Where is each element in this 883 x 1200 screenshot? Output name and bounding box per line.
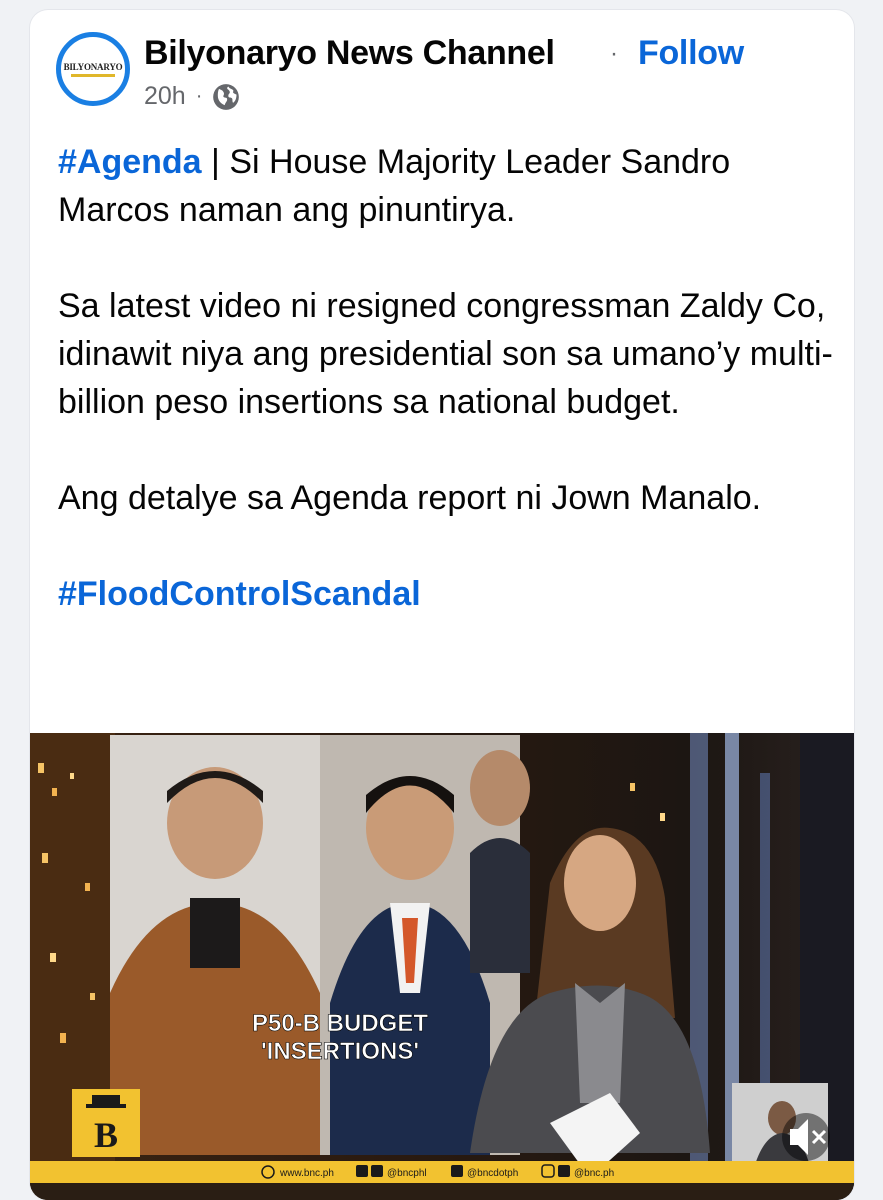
video-board xyxy=(110,735,530,1155)
pipe-separator: | xyxy=(211,143,220,181)
hashtag-floodcontrolscandal-link[interactable]: #FloodControlScandal xyxy=(58,575,421,613)
channel-logo-letter: B xyxy=(94,1115,118,1155)
meta-separator: · xyxy=(195,85,203,107)
footer-handle-3: @bnc.ph xyxy=(574,1168,614,1179)
speaker-muted-icon[interactable] xyxy=(782,1113,830,1161)
lower-third-line-2: 'INSERTIONS' xyxy=(261,1038,419,1065)
post-message: #Agenda | Si House Majority Leader Sandr… xyxy=(58,138,838,666)
hashtag-agenda-link[interactable]: #Agenda xyxy=(58,143,202,181)
avatar-logo: BILYONARYO xyxy=(63,41,123,97)
post-header: BILYONARYO Bilyonaryo News Channel · Fol… xyxy=(30,10,854,130)
post-timestamp[interactable]: 20h xyxy=(144,82,186,111)
lower-third-graphic: P50-B BUDGET 'INSERTIONS' xyxy=(252,1010,429,1066)
follow-button[interactable]: Follow xyxy=(638,34,744,73)
lower-third-line-1: P50-B BUDGET xyxy=(252,1010,428,1037)
post-meta: 20h · xyxy=(144,82,240,111)
video-player[interactable]: P50-B BUDGET 'INSERTIONS' B www.bnc.ph @… xyxy=(30,733,854,1200)
avatar-logo-text: BILYONARYO xyxy=(63,61,123,72)
post-card: BILYONARYO Bilyonaryo News Channel · Fol… xyxy=(30,10,854,1200)
footer-website: www.bnc.ph xyxy=(279,1168,334,1179)
post-paragraph-3: Ang detalye sa Agenda report ni Jown Man… xyxy=(58,479,762,517)
header-separator: · xyxy=(610,40,618,67)
post-paragraph-4: #FloodControlScandal xyxy=(58,570,838,618)
post-paragraph-1: #Agenda | Si House Majority Leader Sandr… xyxy=(58,138,838,234)
video-frame: P50-B BUDGET 'INSERTIONS' B www.bnc.ph @… xyxy=(30,733,854,1200)
avatar-logo-bar xyxy=(71,73,115,77)
video-footer-bar: www.bnc.ph @bncphl @bncdotph @bnc.ph xyxy=(30,1161,854,1200)
page-name-link[interactable]: Bilyonaryo News Channel xyxy=(144,34,555,73)
globe-icon[interactable] xyxy=(212,83,240,111)
footer-handle-2: @bncdotph xyxy=(467,1168,518,1179)
post-paragraph-2: Sa latest video ni resigned congressman … xyxy=(58,287,833,421)
page-avatar[interactable]: BILYONARYO xyxy=(56,32,130,106)
channel-logo: B xyxy=(72,1089,140,1157)
footer-handle-1: @bncphl xyxy=(387,1168,427,1179)
